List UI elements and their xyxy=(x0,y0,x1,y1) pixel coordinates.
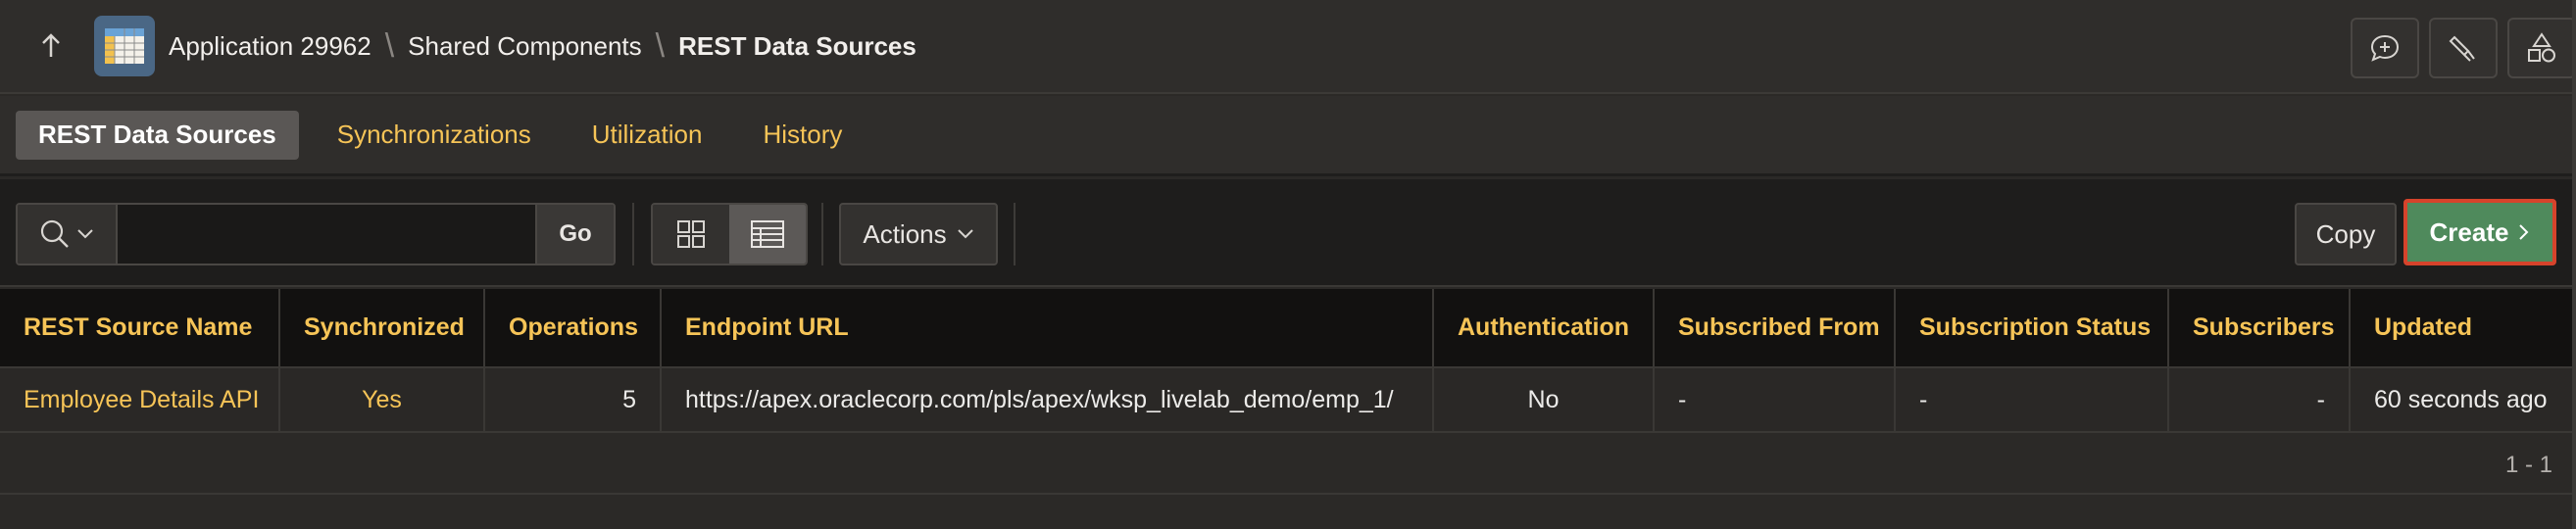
updated-value: 60 seconds ago xyxy=(2350,367,2576,433)
column-header-updated[interactable]: Updated xyxy=(2350,289,2576,368)
synchronized-link[interactable]: Yes xyxy=(279,367,485,433)
create-button[interactable]: Create xyxy=(2403,199,2556,265)
table-row: Employee Details API Yes 5 https://apex.… xyxy=(0,367,2576,433)
column-header-subscribed-from[interactable]: Subscribed From xyxy=(1654,289,1896,368)
breadcrumb-application[interactable]: Application 29962 xyxy=(169,31,372,62)
actions-label: Actions xyxy=(863,218,947,249)
pagination-info: 1 - 1 xyxy=(2504,452,2552,478)
top-bar: Application 29962 \ Shared Components \ … xyxy=(0,0,2576,94)
table-footer: 1 - 1 xyxy=(0,434,2576,495)
report-view-button[interactable] xyxy=(729,205,806,264)
operations-count: 5 xyxy=(484,367,662,433)
shapes-icon[interactable] xyxy=(2507,18,2576,78)
breadcrumb-separator: \ xyxy=(655,26,666,65)
table-grid-icon[interactable] xyxy=(94,16,155,76)
grid-view-icon xyxy=(677,220,705,248)
endpoint-url: https://apex.oraclecorp.com/pls/apex/wks… xyxy=(661,367,1434,433)
report-toolbar: Go Actions Copy Create xyxy=(0,179,2576,287)
search-group: Go xyxy=(16,203,616,265)
chevron-down-icon xyxy=(957,229,973,239)
column-header-endpoint-url[interactable]: Endpoint URL xyxy=(661,289,1434,368)
column-header-authentication[interactable]: Authentication xyxy=(1433,289,1655,368)
toolbar-divider xyxy=(821,203,823,265)
create-label: Create xyxy=(2429,216,2509,247)
table-view-icon xyxy=(751,220,784,248)
column-header-subscription-status[interactable]: Subscription Status xyxy=(1895,289,2169,368)
search-column-dropdown[interactable] xyxy=(18,205,118,264)
breadcrumb-separator: \ xyxy=(384,26,395,65)
tab-history[interactable]: History xyxy=(740,111,865,160)
tab-rest-data-sources[interactable]: REST Data Sources xyxy=(16,110,299,160)
page-bottom xyxy=(0,497,2576,529)
comment-add-icon[interactable] xyxy=(2351,18,2419,78)
column-header-synchronized[interactable]: Synchronized xyxy=(279,289,485,368)
scrollbar-edge xyxy=(2572,0,2576,529)
tab-utilization[interactable]: Utilization xyxy=(570,111,725,160)
breadcrumb-current-page: REST Data Sources xyxy=(678,30,916,61)
subscription-status-value: - xyxy=(1895,367,2169,433)
arrow-up-icon[interactable] xyxy=(24,19,78,73)
copy-button[interactable]: Copy xyxy=(2295,203,2397,265)
view-toggle xyxy=(651,203,808,265)
table-header-row: REST Source Name Synchronized Operations… xyxy=(0,289,2576,368)
column-header-subscribers[interactable]: Subscribers xyxy=(2168,289,2351,368)
authentication-value: No xyxy=(1433,367,1655,433)
search-icon xyxy=(40,219,69,248)
toolbar-divider xyxy=(632,203,634,265)
subscribed-from-value: - xyxy=(1654,367,1896,433)
rest-source-name-link[interactable]: Employee Details API xyxy=(0,367,280,433)
go-button[interactable]: Go xyxy=(537,205,614,264)
search-input[interactable] xyxy=(118,205,537,264)
page-tabs: REST Data Sources Synchronizations Utili… xyxy=(0,96,2576,176)
chevron-right-icon xyxy=(2519,224,2529,240)
top-actions xyxy=(2341,18,2576,78)
actions-menu-button[interactable]: Actions xyxy=(839,203,998,265)
highlighter-icon[interactable] xyxy=(2429,18,2498,78)
tab-synchronizations[interactable]: Synchronizations xyxy=(315,111,554,160)
subscribers-value: - xyxy=(2168,367,2351,433)
toolbar-divider xyxy=(1014,203,1016,265)
breadcrumb-shared-components[interactable]: Shared Components xyxy=(408,31,641,62)
icon-view-button[interactable] xyxy=(653,205,729,264)
chevron-down-icon xyxy=(77,229,93,239)
column-header-rest-source-name[interactable]: REST Source Name xyxy=(0,289,280,368)
rest-sources-table: REST Source Name Synchronized Operations… xyxy=(0,289,2576,433)
column-header-operations[interactable]: Operations xyxy=(484,289,662,368)
